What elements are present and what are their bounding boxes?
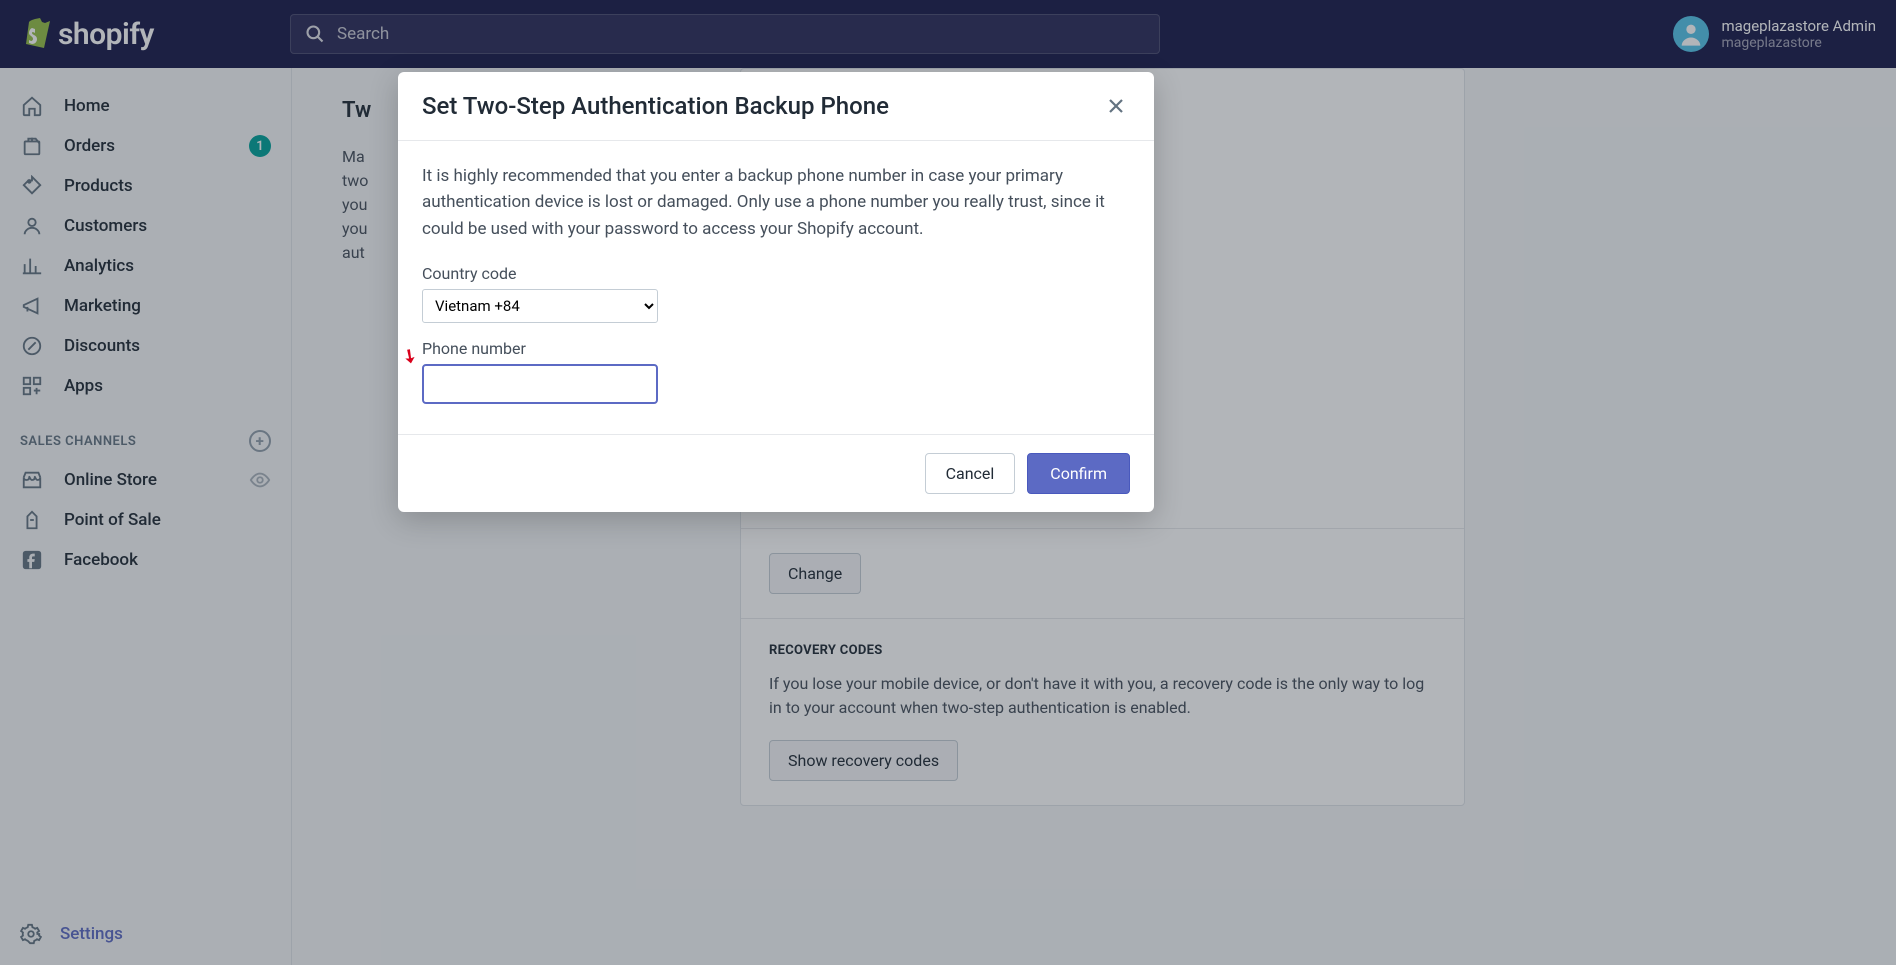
modal-title: Set Two-Step Authentication Backup Phone [422,92,1102,120]
annotation-arrow-icon: ➘ [397,344,421,370]
phone-number-input[interactable] [422,364,658,404]
modal-description: It is highly recommended that you enter … [422,163,1130,242]
confirm-button[interactable]: Confirm [1027,453,1130,494]
phone-number-label: Phone number [422,339,1130,358]
country-code-label: Country code [422,264,1130,283]
modal-footer: Cancel Confirm [398,435,1154,512]
cancel-button[interactable]: Cancel [925,453,1016,494]
modal-header: Set Two-Step Authentication Backup Phone [398,72,1154,141]
modal-body: It is highly recommended that you enter … [398,141,1154,435]
backup-phone-modal: Set Two-Step Authentication Backup Phone… [398,72,1154,512]
country-code-select[interactable]: Vietnam +84 [422,289,658,323]
close-icon[interactable] [1102,92,1130,120]
